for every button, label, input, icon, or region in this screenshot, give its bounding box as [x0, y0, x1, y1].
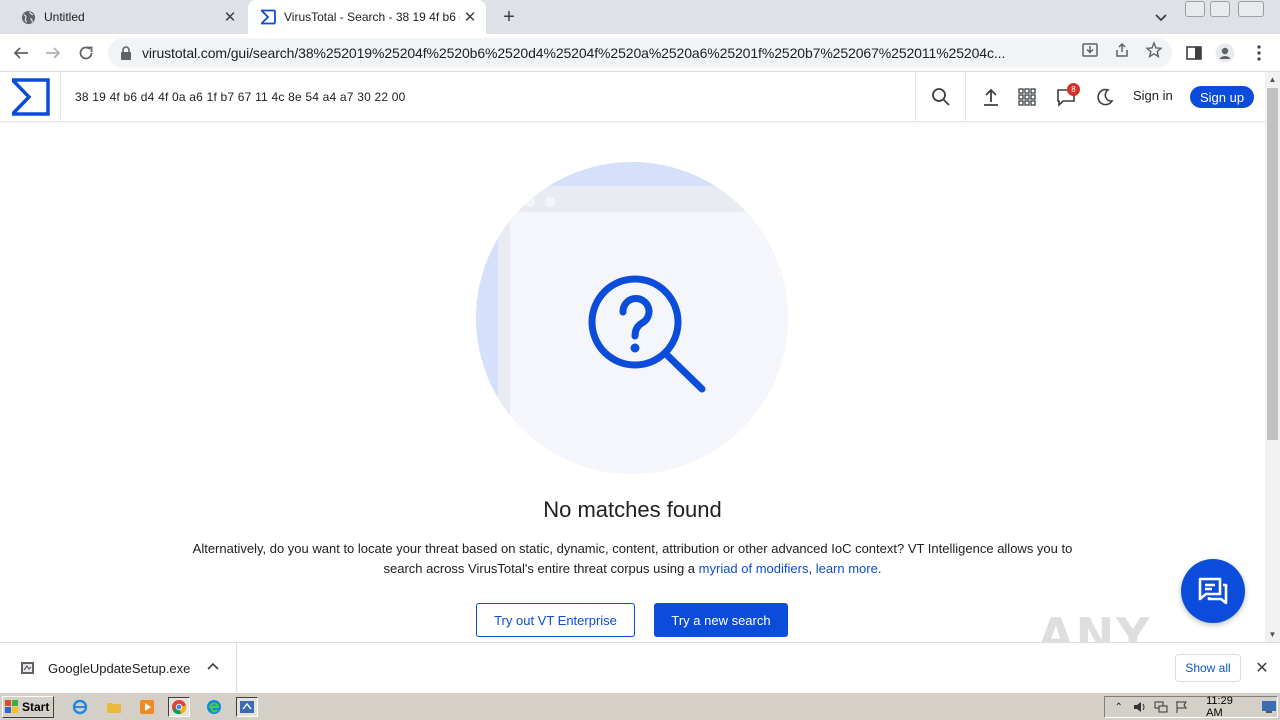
close-tab-icon[interactable]: ✕	[460, 7, 480, 27]
notification-count-badge: 8	[1067, 83, 1080, 96]
learn-more-link[interactable]: learn more	[816, 561, 878, 576]
browser-toolbar: virustotal.com/gui/search/38%252019%2520…	[0, 34, 1280, 72]
tab-title: Untitled	[44, 10, 85, 24]
tab-virustotal[interactable]: VirusTotal - Search - 38 19 4f b6 d4 4f …	[248, 0, 486, 34]
window-close-button[interactable]	[1238, 1, 1264, 17]
bookmark-star-icon[interactable]	[1145, 41, 1163, 59]
file-explorer-icon[interactable]	[103, 697, 125, 717]
chrome-icon[interactable]	[168, 697, 190, 717]
forward-arrow-icon[interactable]	[42, 42, 64, 64]
windows-flag-icon	[5, 700, 19, 714]
install-app-icon[interactable]	[1081, 41, 1099, 59]
search-icon	[931, 88, 950, 106]
lock-icon[interactable]	[120, 46, 132, 60]
page-scrollbar[interactable]: ▲ ▼	[1265, 72, 1280, 642]
internet-explorer-icon[interactable]	[69, 697, 91, 717]
description-line-2: search across VirusTotal's entire threat…	[383, 561, 696, 576]
notifications-chat-icon[interactable]: 8	[1055, 83, 1080, 108]
scroll-up-arrow-icon[interactable]: ▲	[1265, 72, 1280, 87]
apps-grid-icon[interactable]	[1016, 86, 1038, 108]
windows-taskbar: Start ⌃ 11:29 AM	[0, 692, 1280, 720]
minimize-button[interactable]	[1185, 1, 1205, 17]
tab-search-chevron-icon[interactable]	[1152, 8, 1170, 26]
try-new-search-button[interactable]: Try a new search	[654, 603, 788, 637]
sign-in-link[interactable]: Sign in	[1133, 88, 1173, 103]
sign-up-button[interactable]: Sign up	[1190, 86, 1254, 108]
virustotal-logo-icon[interactable]	[10, 78, 50, 116]
search-input[interactable]: 38 19 4f b6 d4 4f 0a a6 1f b7 67 11 4c 8…	[60, 72, 916, 122]
description-text: Alternatively, do you want to locate you…	[192, 541, 1073, 576]
tray-expand-icon[interactable]: ⌃	[1111, 699, 1126, 715]
installer-file-icon	[20, 660, 36, 676]
back-arrow-icon[interactable]	[10, 42, 32, 64]
chat-bubble-icon	[1198, 577, 1228, 605]
show-all-downloads-button[interactable]: Show all	[1175, 654, 1241, 682]
url-text[interactable]: virustotal.com/gui/search/38%252019%2520…	[142, 45, 1062, 61]
tab-strip: Untitled ✕ VirusTotal - Search - 38 19 4…	[0, 0, 1280, 34]
taskbar-clock[interactable]: 11:29 AM	[1206, 695, 1250, 719]
address-bar[interactable]: virustotal.com/gui/search/38%252019%2520…	[108, 38, 1172, 68]
show-desktop-icon[interactable]	[1262, 699, 1277, 715]
search-button[interactable]	[916, 72, 966, 122]
start-button[interactable]: Start	[2, 696, 54, 718]
vt-header: 38 19 4f b6 d4 4f 0a a6 1f b7 67 11 4c 8…	[0, 72, 1265, 122]
close-download-bar-icon[interactable]: ✕	[1254, 660, 1270, 677]
download-file-name[interactable]: GoogleUpdateSetup.exe	[48, 661, 190, 676]
upload-icon[interactable]	[980, 86, 1002, 108]
share-icon[interactable]	[1113, 41, 1131, 59]
start-label: Start	[22, 700, 50, 714]
virustotal-icon	[260, 9, 276, 25]
edge-icon[interactable]	[203, 697, 225, 717]
new-tab-button[interactable]: +	[498, 6, 520, 28]
system-tray: ⌃ 11:29 AM	[1104, 695, 1278, 719]
side-panel-icon[interactable]	[1184, 43, 1204, 63]
chevron-up-icon[interactable]	[206, 660, 220, 674]
try-vt-enterprise-button[interactable]: Try out VT Enterprise	[476, 603, 635, 637]
globe-icon	[20, 9, 36, 25]
menu-kebab-icon[interactable]	[1249, 43, 1269, 63]
action-center-flag-icon[interactable]	[1175, 699, 1190, 715]
dark-mode-moon-icon[interactable]	[1094, 86, 1116, 108]
volume-icon[interactable]	[1132, 699, 1147, 715]
description-line-1: Alternatively, do you want to locate you…	[192, 541, 1073, 556]
myriad-of-modifiers-link[interactable]: myriad of modifiers	[699, 561, 809, 576]
maximize-button[interactable]	[1210, 1, 1230, 17]
media-player-icon[interactable]	[136, 697, 158, 717]
download-bar: GoogleUpdateSetup.exe Show all ✕	[0, 642, 1280, 693]
scroll-thumb[interactable]	[1267, 88, 1278, 440]
network-icon[interactable]	[1154, 699, 1169, 715]
tab-untitled[interactable]: Untitled ✕	[8, 0, 246, 34]
no-matches-heading: No matches found	[543, 497, 722, 522]
tab-title: VirusTotal - Search - 38 19 4f b6 d4 4f	[284, 10, 460, 24]
close-tab-icon[interactable]: ✕	[220, 7, 240, 27]
profile-avatar-icon[interactable]	[1215, 43, 1235, 63]
no-results-illustration	[476, 162, 788, 474]
setup-app-icon[interactable]	[236, 697, 258, 717]
download-item[interactable]: GoogleUpdateSetup.exe	[0, 643, 237, 693]
reload-icon[interactable]	[75, 42, 97, 64]
search-query-text[interactable]: 38 19 4f b6 d4 4f 0a a6 1f b7 67 11 4c 8…	[75, 90, 406, 104]
